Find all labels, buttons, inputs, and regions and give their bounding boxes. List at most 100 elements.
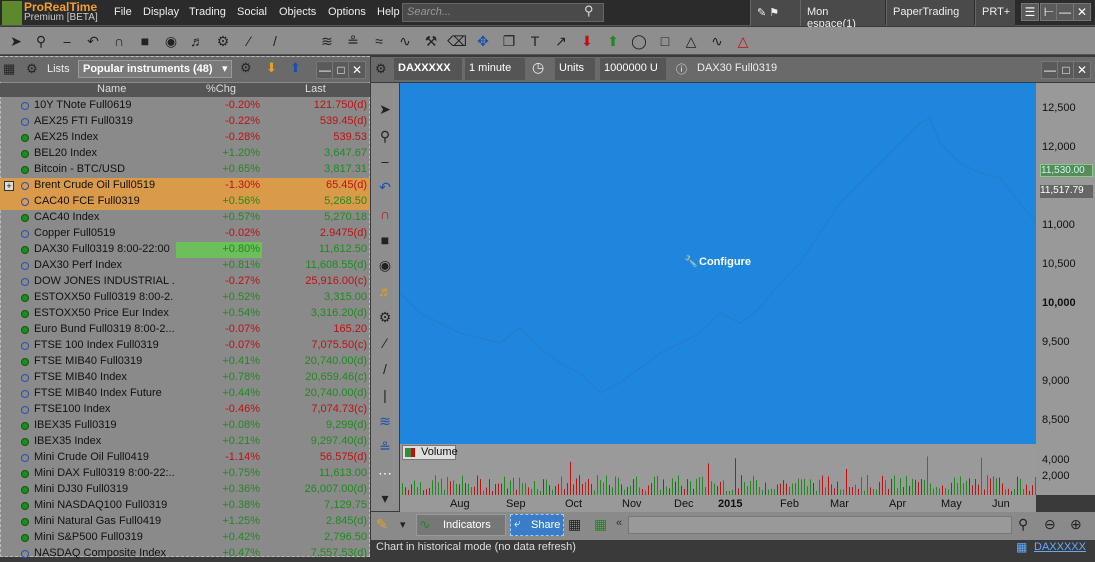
chevron-down-icon[interactable]: ▾	[374, 487, 396, 509]
info-icon[interactable]: ⓘ	[676, 61, 687, 77]
table-row[interactable]: Bitcoin - BTC/USD +0.65% 3,817.31	[0, 162, 370, 178]
table-row[interactable]: IBEX35 Index +0.21% 9,297.40(d)	[0, 434, 370, 450]
eye-icon[interactable]: ◉	[160, 30, 182, 52]
chart-lock-icon[interactable]: ■	[374, 229, 396, 251]
table-row[interactable]: AEX25 FTI Full0319 -0.22% 539.45(d)	[0, 114, 370, 130]
chart-magnet-icon[interactable]: ∩	[374, 203, 396, 225]
trash-icon[interactable]: ⌫	[446, 30, 468, 52]
table-row[interactable]: Mini DJ30 Full0319 +0.36% 26,007.00(d)	[0, 482, 370, 498]
minimize-icon[interactable]: —	[1056, 3, 1074, 21]
lists-button[interactable]: Lists	[47, 63, 70, 75]
more-tools-icon[interactable]: ⋯	[374, 462, 396, 484]
segment-icon[interactable]: ∕	[238, 30, 260, 52]
chart-settings-icon[interactable]: ⚙	[375, 61, 387, 77]
table-row[interactable]: FTSE 100 Index Full0319 -0.07% 7,075.50(c)	[0, 338, 370, 354]
lock-icon[interactable]: ■	[134, 30, 156, 52]
list-selector[interactable]: Popular instruments (48)	[78, 60, 232, 78]
fibonacci-icon[interactable]: ≗	[342, 30, 364, 52]
table-row[interactable]: 10Y TNote Full0619 -0.20% 121.750(d)	[0, 98, 370, 114]
prt-plus-button[interactable]: PRT+	[975, 0, 1015, 26]
menu-help[interactable]: Help	[377, 6, 400, 18]
table-row[interactable]: FTSE100 Index -0.46% 7,074.73(c)	[0, 402, 370, 418]
trend-channel-icon[interactable]: ≋	[316, 30, 338, 52]
download-icon[interactable]: ⬇	[266, 60, 284, 78]
chart-fibonacci-icon[interactable]: ≗	[374, 436, 396, 458]
units-value-input[interactable]: 1000000 U	[600, 58, 666, 80]
upload-icon[interactable]: ⬆	[290, 60, 308, 78]
units-selector[interactable]: Units	[555, 58, 595, 80]
instrument-selector[interactable]: DAXXXXX	[394, 58, 462, 80]
move-icon[interactable]: ✥	[472, 30, 494, 52]
close-icon[interactable]: ✕	[1073, 3, 1091, 21]
zoom-out-icon[interactable]: ⊖	[1044, 516, 1056, 533]
table-row[interactable]: DAX30 Perf Index +0.81% 11,608.55(d)	[0, 258, 370, 274]
pointer-icon[interactable]: ➤	[5, 30, 27, 52]
table-row[interactable]: Mini Crude Oil Full0419 -1.14% 56.575(d)	[0, 450, 370, 466]
copy-icon[interactable]: ❐	[498, 30, 520, 52]
wave-icon[interactable]: ∿	[394, 30, 416, 52]
table-row[interactable]: FTSE MIB40 Index Future +0.44% 20,740.00(d…	[0, 386, 370, 402]
table-row[interactable]: BEL20 Index +1.20% 3,647.67	[0, 146, 370, 162]
layout-icon[interactable]: ▦	[568, 516, 581, 533]
table-row[interactable]: IBEX35 Full0319 +0.08% 9,299(d)	[0, 418, 370, 434]
undo-zoom-icon[interactable]: ↶	[82, 30, 104, 52]
table-row[interactable]: Mini Natural Gas Full0419 +1.25% 2.845(d)	[0, 514, 370, 530]
table-row[interactable]: Euro Bund Full0319 8:00-2... -0.07% 165.20	[0, 322, 370, 338]
chevron-down-icon[interactable]: ▾	[400, 518, 406, 531]
filter-icon[interactable]: ⚙	[240, 60, 258, 78]
column-chg-header[interactable]: %Chg	[206, 83, 236, 95]
menu-objects[interactable]: Objects	[279, 6, 316, 18]
chart-segment-icon[interactable]: ∕	[374, 332, 396, 354]
list-close-icon[interactable]: ✕	[348, 61, 366, 79]
zoom-icon[interactable]: ⚲	[30, 30, 52, 52]
tools-icon[interactable]: ⚒	[420, 30, 442, 52]
table-row[interactable]: FTSE MIB40 Full0319 +0.41% 20,740.00(d)	[0, 354, 370, 370]
chart-bell-icon[interactable]: ♬	[374, 280, 396, 302]
settings-icon[interactable]: ⚙	[26, 61, 42, 79]
configure-button[interactable]: Configure	[699, 256, 751, 268]
window-menu-icon[interactable]: ☰	[1021, 3, 1039, 21]
magnet-icon[interactable]: ∩	[108, 30, 130, 52]
alert-settings-icon[interactable]: ⚙	[212, 30, 234, 52]
text-icon[interactable]: T	[524, 30, 546, 52]
table-row[interactable]: Mini NASDAQ100 Full0319 +0.38% 7,129.75	[0, 498, 370, 514]
chart-undo-zoom-icon[interactable]: ↶	[374, 176, 396, 198]
line-icon[interactable]: /	[264, 30, 286, 52]
ellipse-icon[interactable]: ◯	[628, 30, 650, 52]
ruler-icon[interactable]: ⎯	[56, 30, 78, 52]
table-row[interactable]: Mini S&P500 Full0319 +0.42% 2,796.50	[0, 530, 370, 546]
zoom-fit-icon[interactable]: ⚲	[1018, 516, 1028, 533]
arrow-down-icon[interactable]: ⬇	[576, 30, 598, 52]
volume-panel[interactable]	[400, 444, 1036, 495]
zoom-in-icon[interactable]: ⊕	[1070, 516, 1082, 533]
table-row[interactable]: FTSE MIB40 Index +0.78% 20,659.46(c)	[0, 370, 370, 386]
chart-link-icon[interactable]: ▦	[1016, 540, 1027, 554]
chart-link-icon[interactable]: ▦	[3, 61, 23, 79]
alert-bell-icon[interactable]: ♬	[186, 30, 208, 52]
table-row[interactable]: ESTOXX50 Full0319 8:00-2... +0.52% 3,315.0…	[0, 290, 370, 306]
search-icon[interactable]: ⚲	[584, 3, 602, 21]
chart-channel-icon[interactable]: ≋	[374, 410, 396, 432]
zigzag-icon[interactable]: ∿	[706, 30, 728, 52]
menu-options[interactable]: Options	[328, 6, 366, 18]
expand-icon[interactable]: +	[4, 181, 14, 191]
pen-flag-icon[interactable]: ✎ ⚑	[750, 0, 800, 26]
rectangle-icon[interactable]: □	[654, 30, 676, 52]
clock-icon[interactable]: ◷	[532, 59, 552, 79]
table-row[interactable]: CAC40 FCE Full0319 +0.56% 5,268.50	[0, 194, 370, 210]
pattern-icon[interactable]: △	[732, 30, 754, 52]
table-row[interactable]: Copper Full0519 -0.02% 2.9475(d)	[0, 226, 370, 242]
table-row[interactable]: NASDAQ Composite Index +0.47% 7,557.53(d)	[0, 546, 370, 562]
chart-ruler-icon[interactable]: ⎯	[374, 150, 396, 172]
chart-close-icon[interactable]: ✕	[1073, 61, 1091, 79]
arrow-up-icon[interactable]: ⬆	[602, 30, 624, 52]
scroll-left-icon[interactable]: «	[616, 517, 622, 529]
column-last-header[interactable]: Last	[305, 83, 326, 95]
table-row[interactable]: CAC40 Index +0.57% 5,270.18	[0, 210, 370, 226]
wrench-icon[interactable]: 🔧	[684, 255, 698, 268]
horizontal-scrollbar[interactable]	[628, 516, 1012, 534]
table-row[interactable]: + Brent Crude Oil Full0519 -1.30% 65.45(d)	[0, 178, 370, 194]
chevron-down-icon[interactable]: ▾	[222, 62, 228, 75]
column-name-header[interactable]: Name	[97, 83, 126, 95]
search-input[interactable]: Search...	[402, 3, 604, 22]
